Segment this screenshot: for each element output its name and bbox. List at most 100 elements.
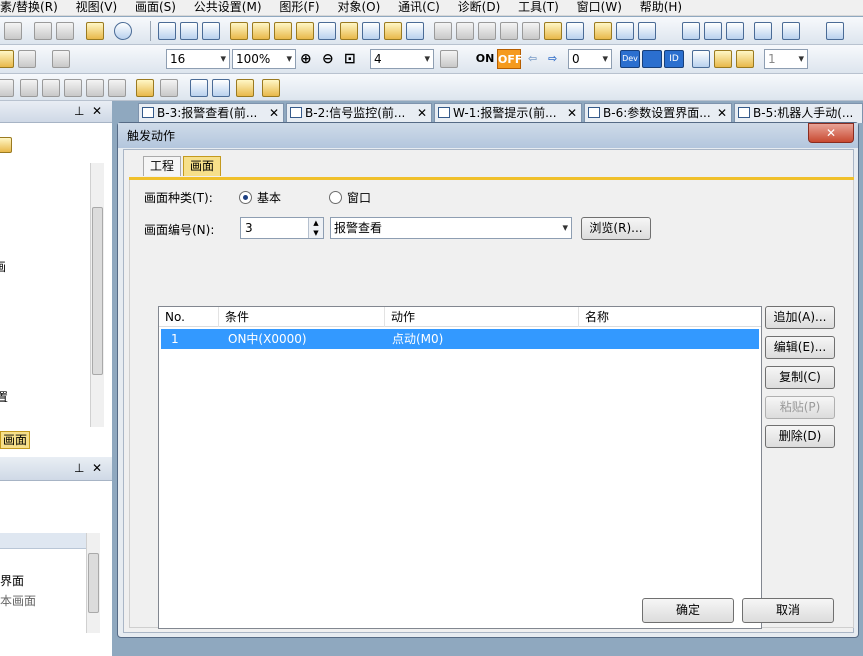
- dialog-close-button[interactable]: ✕: [808, 123, 854, 143]
- checkbox-icon[interactable]: [726, 22, 744, 40]
- tool-6-icon[interactable]: [108, 79, 126, 97]
- table-row[interactable]: 1 ON中(X0000) 点动(M0): [161, 329, 759, 349]
- layer-2-icon[interactable]: [714, 50, 732, 68]
- tab-close-icon[interactable]: ✕: [717, 104, 727, 122]
- zoom-icon[interactable]: [52, 50, 70, 68]
- tool-5-icon[interactable]: [86, 79, 104, 97]
- base-screen-item[interactable]: 本画面: [0, 593, 36, 609]
- import-icon[interactable]: [682, 22, 700, 40]
- jump-icon[interactable]: [212, 79, 230, 97]
- zoom-in-icon[interactable]: ⊕: [300, 50, 312, 68]
- menu-screen[interactable]: 画面(S): [128, 0, 183, 15]
- grid-option-icon[interactable]: [440, 50, 458, 68]
- close-icon[interactable]: ✕: [92, 104, 102, 118]
- menu-diagnostics[interactable]: 诊断(D): [451, 0, 508, 15]
- open-icon[interactable]: [4, 22, 22, 40]
- scroll-thumb[interactable]: [92, 207, 103, 375]
- tab-w1-alarm-prompt[interactable]: W-1:报警提示(前... ✕: [434, 103, 582, 123]
- browse-button[interactable]: 浏览(R)...: [581, 217, 651, 240]
- select-area-icon[interactable]: [262, 79, 280, 97]
- fit-icon[interactable]: ⊡: [344, 50, 356, 68]
- data-transfer-icon[interactable]: [340, 22, 358, 40]
- pin-icon[interactable]: ⊥: [74, 104, 84, 118]
- zoom-out-icon[interactable]: ⊖: [322, 50, 334, 68]
- menu-object[interactable]: 对象(O): [330, 0, 387, 15]
- off-state-button[interactable]: OFF: [497, 49, 522, 69]
- network-icon[interactable]: [782, 22, 800, 40]
- copy-button[interactable]: 复制(C): [765, 366, 835, 389]
- menu-find-replace[interactable]: 素/替换(R): [0, 0, 65, 15]
- arrow-up-icon[interactable]: [190, 79, 208, 97]
- tab-project[interactable]: 工程: [143, 156, 182, 176]
- flip-icon[interactable]: [566, 22, 584, 40]
- check-icon[interactable]: [406, 22, 424, 40]
- word-dev-icon[interactable]: [642, 50, 662, 68]
- help-icon[interactable]: [114, 22, 132, 40]
- color-icon[interactable]: [544, 22, 562, 40]
- col-no[interactable]: No.: [159, 307, 219, 327]
- tab-close-icon[interactable]: ✕: [417, 104, 427, 122]
- layer-3-icon[interactable]: [736, 50, 754, 68]
- menu-common-settings[interactable]: 公共设置(M): [187, 0, 269, 15]
- scroll-thumb-2[interactable]: [88, 553, 99, 613]
- tab-screen[interactable]: 画面: [183, 156, 222, 176]
- ungroup-icon[interactable]: [500, 22, 518, 40]
- col-condition[interactable]: 条件: [219, 307, 385, 327]
- align-icon[interactable]: [522, 22, 540, 40]
- tab-b5-robot-manual[interactable]: B-5:机器人手动(...: [734, 103, 863, 123]
- screen-property-icon[interactable]: [202, 22, 220, 40]
- radio-basic-label[interactable]: 基本: [257, 190, 281, 206]
- font-size-select[interactable]: 16: [166, 49, 230, 69]
- color-fill-icon[interactable]: [0, 50, 14, 68]
- tool-7-icon[interactable]: [136, 79, 154, 97]
- undo-icon[interactable]: [34, 22, 52, 40]
- device-value-select[interactable]: 0: [568, 49, 612, 69]
- screen-copy-icon[interactable]: [180, 22, 198, 40]
- pin-icon-2[interactable]: ⊥: [74, 461, 84, 475]
- col-action[interactable]: 动作: [385, 307, 579, 327]
- tool-3-icon[interactable]: [42, 79, 60, 97]
- device-list-icon[interactable]: [616, 22, 634, 40]
- tab-b2-signal-monitor[interactable]: B-2:信号监控(前... ✕: [286, 103, 432, 123]
- zoom-select[interactable]: 100%: [232, 49, 296, 69]
- paste-button[interactable]: 粘贴(P): [765, 396, 835, 419]
- screen-tab[interactable]: 画面: [0, 431, 31, 449]
- redo-icon[interactable]: [56, 22, 74, 40]
- menu-view[interactable]: 视图(V): [69, 0, 125, 15]
- ok-button[interactable]: 确定: [642, 598, 734, 623]
- search-screen-icon[interactable]: [230, 22, 248, 40]
- on-state-button[interactable]: ON: [475, 49, 495, 69]
- menu-help[interactable]: 帮助(H): [633, 0, 689, 15]
- screen-icon[interactable]: [158, 22, 176, 40]
- radio-window[interactable]: [329, 191, 342, 204]
- cancel-button[interactable]: 取消: [742, 598, 834, 623]
- group-icon[interactable]: [478, 22, 496, 40]
- radio-window-label[interactable]: 窗口: [347, 190, 371, 206]
- menu-tools[interactable]: 工具(T): [511, 0, 566, 15]
- dev-button[interactable]: Dev: [620, 50, 640, 68]
- grid-size-select[interactable]: 4: [370, 49, 434, 69]
- data-icon[interactable]: [318, 22, 336, 40]
- arrow-right-icon[interactable]: ⇨: [548, 50, 557, 68]
- menu-window[interactable]: 窗口(W): [570, 0, 629, 15]
- screen-name-select[interactable]: 报警查看: [330, 217, 572, 239]
- spin-up-button[interactable]: ▲: [308, 218, 323, 228]
- shape-icon[interactable]: [18, 50, 36, 68]
- col-name[interactable]: 名称: [579, 307, 761, 327]
- add-button[interactable]: 追加(A)...: [765, 306, 835, 329]
- edit-button[interactable]: 编辑(E)...: [765, 336, 835, 359]
- navigate-icon[interactable]: [236, 79, 254, 97]
- radio-basic[interactable]: [239, 191, 252, 204]
- tab-close-icon[interactable]: ✕: [269, 104, 279, 122]
- delete-button[interactable]: 删除(D): [765, 425, 835, 448]
- tool-1-icon[interactable]: [0, 79, 14, 97]
- tool-2-icon[interactable]: [20, 79, 38, 97]
- data-verify-icon[interactable]: [384, 22, 402, 40]
- transfer-icon[interactable]: [754, 22, 772, 40]
- left-list-scrollbar[interactable]: [86, 533, 100, 633]
- tool-8-icon[interactable]: [160, 79, 178, 97]
- layer-1-icon[interactable]: [692, 50, 710, 68]
- tab-b3-alarm-view[interactable]: B-3:报警查看(前... ✕: [138, 103, 284, 123]
- data-check-icon[interactable]: [362, 22, 380, 40]
- trigger-action-list[interactable]: No. 条件 动作 名称 1 ON中(X0000) 点动(M0): [158, 306, 762, 629]
